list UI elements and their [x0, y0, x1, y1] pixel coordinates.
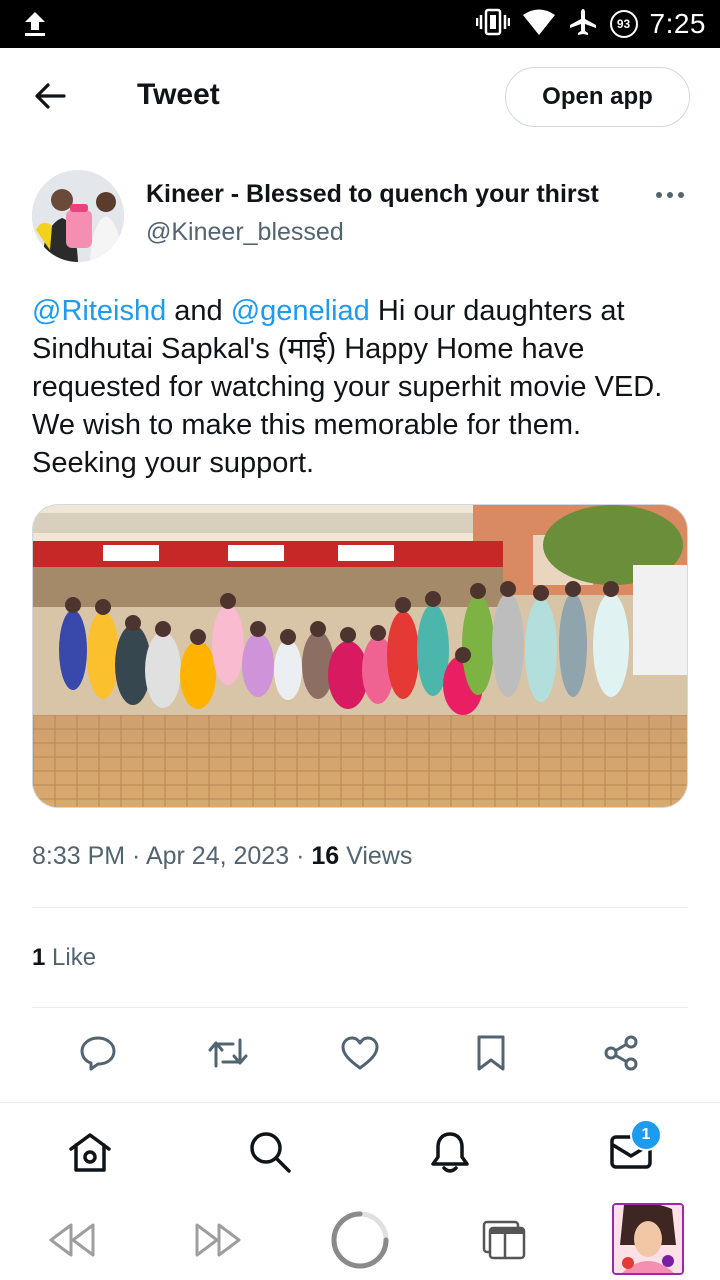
mention-link[interactable]: @Riteishd [32, 295, 166, 327]
share-button[interactable] [593, 1025, 649, 1081]
browser-toolbar [0, 1198, 720, 1280]
reply-button[interactable] [70, 1025, 126, 1081]
wifi-icon [522, 8, 556, 41]
avatar[interactable] [32, 170, 124, 262]
nav-home[interactable] [65, 1127, 115, 1177]
like-button[interactable] [332, 1025, 388, 1081]
fast-forward-icon [195, 1223, 241, 1257]
top-bar: Tweet Open app [0, 48, 720, 146]
divider [32, 907, 688, 908]
tweet-meta: 8:33 PM · Apr 24, 2023 · 16 Views [32, 842, 412, 871]
meta-separator: · [289, 842, 312, 870]
views-count: 16 [311, 842, 340, 870]
more-options-button[interactable] [650, 180, 690, 210]
display-name[interactable]: Kineer - Blessed to quench your thirst [146, 180, 626, 209]
nav-search[interactable] [245, 1127, 295, 1177]
open-app-button[interactable]: Open app [505, 67, 690, 127]
like-icon [341, 1036, 379, 1070]
rewind-button[interactable] [44, 1210, 100, 1270]
fast-forward-button[interactable] [190, 1210, 246, 1270]
battery-icon: 93 [609, 10, 638, 38]
loading-icon [331, 1211, 389, 1269]
tweet-text-connector: and [166, 295, 231, 327]
retweet-icon [208, 1038, 248, 1068]
likes-link[interactable]: 1 Like [32, 944, 96, 972]
mention-link[interactable]: @geneliad [231, 295, 370, 327]
bookmark-icon [477, 1035, 505, 1071]
likes-count: 1 [32, 944, 46, 971]
rewind-icon [49, 1223, 95, 1257]
clock: 7:25 [649, 8, 706, 39]
messages-badge: 1 [630, 1119, 662, 1151]
page-title: Tweet [137, 78, 220, 111]
loading-indicator [328, 1210, 392, 1270]
likes-label: Like [45, 944, 97, 971]
tweet-time: 8:33 PM [32, 842, 126, 870]
home-icon [69, 1133, 111, 1172]
vibrate-icon [475, 7, 510, 42]
notifications-icon [431, 1132, 469, 1173]
tweet-photo[interactable] [32, 504, 688, 808]
airplane-icon [568, 7, 598, 42]
arrow-left-icon [35, 83, 66, 109]
status-bar: 93 7:25 [0, 0, 720, 48]
upload-icon [22, 10, 48, 43]
tabs-icon [482, 1220, 526, 1260]
bookmark-button[interactable] [463, 1025, 519, 1081]
tabs-button[interactable] [478, 1210, 530, 1270]
views-label: Views [339, 842, 413, 870]
back-button[interactable] [30, 76, 70, 116]
tweet-date: Apr 24, 2023 [145, 842, 290, 870]
profile-avatar[interactable] [612, 1203, 684, 1275]
meta-separator: · [125, 842, 146, 870]
handle[interactable]: @Kineer_blessed [146, 218, 344, 247]
share-icon [604, 1035, 638, 1071]
search-icon [250, 1132, 291, 1173]
more-icon [656, 192, 684, 198]
bottom-navigation: 1 [0, 1102, 720, 1198]
retweet-button[interactable] [200, 1025, 256, 1081]
tweet-text: @Riteishd and @geneliad Hi our daughters… [32, 292, 692, 482]
reply-icon [80, 1036, 116, 1071]
nav-notifications[interactable] [425, 1127, 475, 1177]
divider [32, 1007, 688, 1008]
tweet-actions [32, 1025, 688, 1081]
